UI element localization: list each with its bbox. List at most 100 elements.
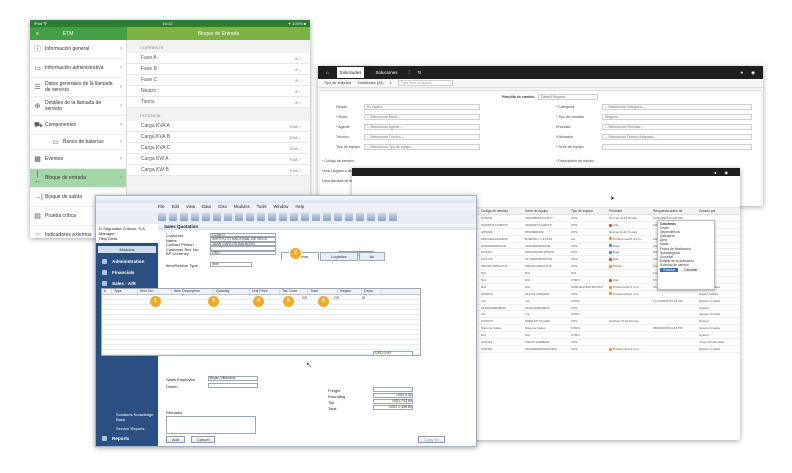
left_fields-select[interactable]: -- Seleccionar Técnico -- xyxy=(364,134,480,140)
corriente-row[interactable]: Fase C A › xyxy=(127,75,310,86)
notification-icon[interactable]: ● xyxy=(740,70,743,75)
potencia-row[interactable]: Carga KVA B KVA › xyxy=(127,132,310,143)
menu-item[interactable]: File xyxy=(158,204,165,210)
owner-field[interactable] xyxy=(208,383,258,388)
toolbar-button-icon[interactable] xyxy=(202,213,210,221)
corriente-row[interactable]: Fase A A › xyxy=(127,53,310,64)
toolbar-button-icon[interactable] xyxy=(158,213,166,221)
menu-item[interactable]: Help xyxy=(295,204,304,210)
left_fields-select[interactable]: En espera xyxy=(364,104,480,110)
tab-solicitudes[interactable]: Solicitudes xyxy=(336,67,365,78)
sidebar-item[interactable]: ⊕ Detalles de la llamada de servicio › xyxy=(30,97,126,116)
toolbar-button-icon[interactable] xyxy=(312,213,320,221)
item-type-select[interactable]: Item xyxy=(210,262,252,267)
search-input[interactable]: Type here to search... xyxy=(397,80,453,86)
cancel-button[interactable]: Cancelar xyxy=(681,268,701,273)
toolbar-button-icon[interactable] xyxy=(169,213,177,221)
chart-icon[interactable]: ⫶ xyxy=(409,70,410,75)
toolbar-button-icon[interactable] xyxy=(334,213,342,221)
menu-item[interactable]: View xyxy=(186,204,195,210)
grid-column-header[interactable]: Total xyxy=(308,289,338,294)
template-select[interactable]: Default Request xyxy=(538,94,598,100)
toolbar-button-icon[interactable] xyxy=(213,213,221,221)
refresh-icon[interactable]: ↻ xyxy=(418,70,422,76)
user-icon[interactable]: ◉ xyxy=(725,170,729,175)
quotation-field-value[interactable]: USD xyxy=(210,250,276,255)
sidebar-item[interactable]: |← Bloque de entrada › xyxy=(30,169,126,188)
sidebar-item[interactable]: ⓘ Información general › xyxy=(30,40,126,59)
toolbar-button-icon[interactable] xyxy=(378,213,386,221)
requests-count[interactable]: Solicitudes (43) xyxy=(357,81,383,85)
home-icon[interactable]: ⌂ xyxy=(326,70,329,75)
right_fields-select[interactable]: -- Seleccionar Técnico Asignado -- xyxy=(602,134,752,140)
toolbar-button-icon[interactable] xyxy=(279,213,287,221)
save-button[interactable]: Guardar xyxy=(660,268,679,273)
grid-column-header[interactable]: # xyxy=(102,289,112,294)
menu-item[interactable]: Window xyxy=(274,204,289,210)
toolbar-button-icon[interactable] xyxy=(180,213,188,221)
sidebar-item[interactable]: ▦ Eventos › xyxy=(30,150,126,169)
grid-column-header[interactable]: Type xyxy=(112,289,138,294)
toolbar-button-icon[interactable] xyxy=(268,213,276,221)
nav-item-module[interactable]: Financials xyxy=(96,267,158,278)
copy-to-button[interactable]: Copy To xyxy=(418,436,445,443)
tab-logistics[interactable]: Logistics xyxy=(320,252,358,261)
menu-item[interactable]: Modules xyxy=(234,204,250,210)
grid-column-header[interactable]: Item Description xyxy=(172,289,214,294)
toolbar-button-icon[interactable] xyxy=(235,213,243,221)
remarks-textarea[interactable] xyxy=(166,416,256,434)
toolbar-button-icon[interactable] xyxy=(290,213,298,221)
nav-item-service-reports[interactable]: Service Reports xyxy=(96,424,158,433)
toolbar-button-icon[interactable] xyxy=(246,213,254,221)
grid-column-header[interactable]: Unit Price xyxy=(250,289,280,294)
right_fields-select[interactable]: -- Seleccionar Categoría -- xyxy=(602,104,752,110)
popup-column-option[interactable]: Solicitud de cambio xyxy=(660,263,712,267)
hamburger-icon[interactable]: ≡ xyxy=(36,31,39,37)
potencia-row[interactable]: Carga KW B KVA › xyxy=(127,165,310,176)
menu-item[interactable]: Data xyxy=(202,204,211,210)
toolbar-button-icon[interactable] xyxy=(224,213,232,221)
notification-icon[interactable]: ● xyxy=(714,170,716,175)
menu-item[interactable]: Tools xyxy=(257,204,267,210)
sidebar-item[interactable]: ☰ Datos generales de la llamada de servic… xyxy=(30,78,126,97)
request-type-filter[interactable]: Tipo de solicitud xyxy=(324,81,351,85)
potencia-row[interactable]: Carga KVA C KVA › xyxy=(127,143,310,154)
sidebar-item[interactable]: ▭ Información administrativa › xyxy=(30,59,126,78)
potencia-row[interactable]: Carga KVA A KVA › xyxy=(127,121,310,132)
right_fields-select[interactable]: Ninguno xyxy=(602,114,752,120)
toolbar-button-icon[interactable] xyxy=(301,213,309,221)
corriente-row[interactable]: Neutro A › xyxy=(127,86,310,97)
sidebar-item[interactable]: ▭ Banco de baterías › xyxy=(30,135,126,150)
search-icon[interactable]: ⌕ xyxy=(389,81,391,85)
corriente-row[interactable]: Fase B A › xyxy=(127,64,310,75)
toolbar-button-icon[interactable] xyxy=(191,213,199,221)
right_fields-select[interactable] xyxy=(602,144,752,150)
menu-item[interactable]: Goto xyxy=(218,204,227,210)
toolbar-button-icon[interactable] xyxy=(345,213,353,221)
left_fields-select[interactable]: -- Seleccionar Modo -- xyxy=(364,114,480,120)
toolbar-button-icon[interactable] xyxy=(356,213,364,221)
nav-item-reports[interactable]: Reports xyxy=(96,433,158,444)
sidebar-item[interactable]: ⛟ Componentes › xyxy=(30,116,126,135)
toolbar-button-icon[interactable] xyxy=(389,213,397,221)
grid-column-header[interactable]: Tax Code xyxy=(280,289,308,294)
toolbar-button-icon[interactable] xyxy=(257,213,265,221)
nav-item-knowledge-base[interactable]: Solutions Knowledge Base xyxy=(96,410,158,424)
toolbar-button-icon[interactable] xyxy=(367,213,375,221)
grid-column-header[interactable]: Región xyxy=(338,289,362,294)
grid-column-header[interactable]: Quantity xyxy=(214,289,250,294)
right_fields-select[interactable]: -- Seleccionar Prioridad -- xyxy=(602,124,752,130)
toolbar-button-icon[interactable] xyxy=(323,213,331,221)
left_fields-select[interactable]: -- Seleccionar Agente -- xyxy=(364,124,480,130)
tab-soluciones[interactable]: Soluciones xyxy=(372,67,400,78)
left_fields-select[interactable]: -- Seleccionar Tipo de equipo -- xyxy=(364,144,480,150)
cancel-button[interactable]: Cancel xyxy=(191,436,216,443)
add-button[interactable]: Add xyxy=(166,436,186,443)
potencia-row[interactable]: Carga KW A KVA › xyxy=(127,154,310,165)
grid-column-header[interactable]: Depa xyxy=(362,289,382,294)
grid-column-header[interactable]: Item No. xyxy=(138,289,172,294)
nav-item-module[interactable]: Administration xyxy=(96,256,158,267)
corriente-row[interactable]: Tierra A › xyxy=(127,97,310,108)
user-icon[interactable]: ◉ xyxy=(751,70,755,76)
tab-ac[interactable]: Ac xyxy=(358,252,386,261)
